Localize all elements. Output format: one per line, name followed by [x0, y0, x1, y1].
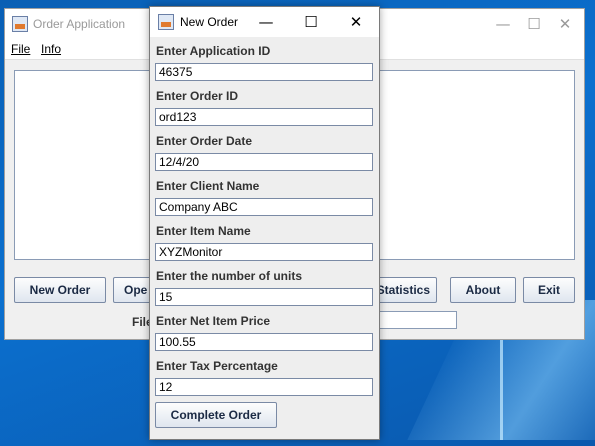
- menu-info[interactable]: Info: [41, 42, 61, 56]
- dialog-close-icon[interactable]: ✕: [342, 11, 370, 33]
- application-id-input[interactable]: 46375: [155, 63, 373, 81]
- new-order-dialog: New Order — ☐ ✕ Enter Application ID 463…: [149, 6, 380, 440]
- order-date-input[interactable]: 12/4/20: [155, 153, 373, 171]
- item-name-label: Enter Item Name: [156, 224, 251, 238]
- tax-percentage-input[interactable]: 12: [155, 378, 373, 396]
- main-maximize-icon[interactable]: ☐: [520, 13, 548, 35]
- units-input[interactable]: 15: [155, 288, 373, 306]
- dialog-maximize-icon[interactable]: ☐: [297, 11, 325, 33]
- tax-percentage-label: Enter Tax Percentage: [156, 359, 278, 373]
- complete-order-button[interactable]: Complete Order: [155, 402, 277, 428]
- main-close-icon[interactable]: ✕: [551, 13, 579, 35]
- main-minimize-icon[interactable]: —: [489, 13, 517, 35]
- about-button[interactable]: About: [450, 277, 516, 303]
- order-id-input[interactable]: ord123: [155, 108, 373, 126]
- units-label: Enter the number of units: [156, 269, 303, 283]
- item-name-input[interactable]: XYZMonitor: [155, 243, 373, 261]
- net-price-label: Enter Net Item Price: [156, 314, 271, 328]
- new-order-button[interactable]: New Order: [14, 277, 106, 303]
- order-date-label: Enter Order Date: [156, 134, 253, 148]
- menu-info-label: Info: [41, 42, 62, 56]
- client-name-input[interactable]: Company ABC: [155, 198, 373, 216]
- java-app-icon: [12, 16, 28, 32]
- order-id-label: Enter Order ID: [156, 89, 239, 103]
- main-window-title: Order Application: [33, 17, 126, 31]
- menu-file-label: File: [11, 42, 31, 56]
- application-id-label: Enter Application ID: [156, 44, 271, 58]
- dialog-titlebar[interactable]: New Order — ☐ ✕: [150, 7, 379, 37]
- dialog-title: New Order: [180, 15, 239, 29]
- exit-button[interactable]: Exit: [523, 277, 575, 303]
- menu-file[interactable]: File: [11, 42, 30, 56]
- net-price-input[interactable]: 100.55: [155, 333, 373, 351]
- java-app-icon: [158, 14, 174, 30]
- dialog-minimize-icon[interactable]: —: [252, 11, 280, 33]
- client-name-label: Enter Client Name: [156, 179, 260, 193]
